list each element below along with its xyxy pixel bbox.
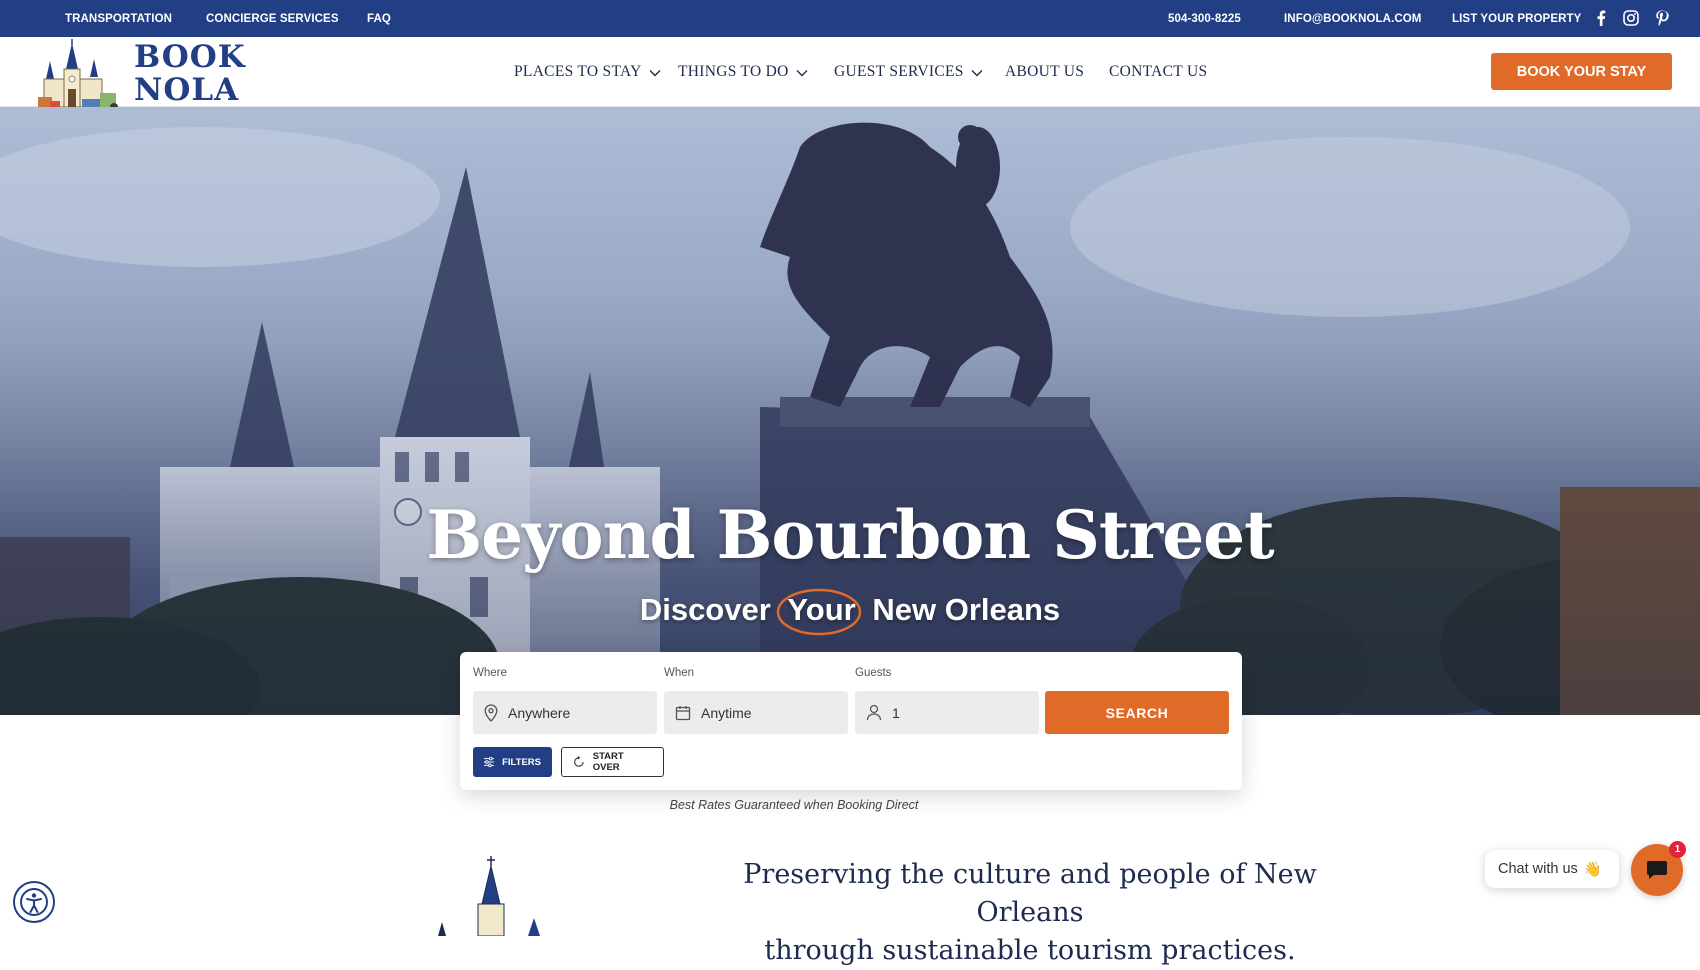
topbar-link-transportation[interactable]: TRANSPORTATION bbox=[65, 13, 172, 25]
mission-line-2: through sustainable tourism practices. bbox=[764, 935, 1296, 966]
facebook-icon[interactable] bbox=[1592, 9, 1610, 27]
hero-subtitle-highlight: Your bbox=[777, 588, 863, 636]
book-your-stay-button[interactable]: BOOK YOUR STAY bbox=[1491, 53, 1672, 90]
chevron-down-icon bbox=[796, 69, 808, 76]
cathedral-logo-icon bbox=[38, 39, 118, 111]
nav-label: PLACES TO STAY bbox=[514, 63, 642, 80]
nav-contact-us[interactable]: CONTACT US bbox=[1109, 63, 1207, 81]
guests-label: Guests bbox=[855, 667, 892, 679]
hero-subtitle-post: New Orleans bbox=[872, 592, 1061, 627]
accessibility-button[interactable] bbox=[13, 881, 55, 923]
refresh-icon bbox=[574, 756, 584, 767]
mission-statement: Preserving the culture and people of New… bbox=[690, 856, 1370, 970]
when-label: When bbox=[664, 667, 695, 679]
when-field[interactable]: Anytime bbox=[664, 691, 848, 734]
topbar-phone-link[interactable]: 504-300-8225 bbox=[1168, 13, 1241, 25]
wave-emoji-icon: 👋 bbox=[1583, 861, 1602, 878]
when-value: Anytime bbox=[701, 704, 752, 721]
mission-line-1: Preserving the culture and people of New… bbox=[743, 859, 1317, 928]
topbar-email-link[interactable]: INFO@BOOKNOLA.COM bbox=[1284, 13, 1422, 25]
logo-line-2: NOLA bbox=[134, 72, 240, 108]
guests-field[interactable]: 1 bbox=[855, 691, 1039, 734]
pinterest-icon[interactable] bbox=[1653, 9, 1671, 27]
search-card: Where When Guests Anywhere Anytime 1 SEA… bbox=[460, 652, 1242, 790]
top-utility-bar: TRANSPORTATION CONCIERGE SERVICES FAQ 50… bbox=[0, 0, 1700, 37]
hero-subtitle-pre: Discover bbox=[639, 592, 771, 627]
start-over-label: START OVER bbox=[592, 751, 624, 773]
highlight-circle-icon bbox=[777, 588, 862, 636]
topbar-link-faq[interactable]: FAQ bbox=[367, 13, 391, 25]
calendar-icon bbox=[675, 705, 691, 720]
location-pin-icon bbox=[484, 703, 498, 722]
nav-things-to-do[interactable]: THINGS TO DO bbox=[678, 63, 808, 81]
nav-about-us[interactable]: ABOUT US bbox=[1005, 63, 1084, 81]
where-label: Where bbox=[473, 667, 507, 679]
guests-value: 1 bbox=[892, 704, 900, 721]
where-field[interactable]: Anywhere bbox=[473, 691, 657, 734]
topbar-list-property-link[interactable]: LIST YOUR PROPERTY bbox=[1452, 13, 1581, 25]
topbar-link-concierge-services[interactable]: CONCIERGE SERVICES bbox=[206, 13, 339, 25]
hero-subtitle: Discover Your New Orleans bbox=[0, 588, 1700, 636]
logo-line-1: BOOK bbox=[134, 39, 246, 75]
chevron-down-icon bbox=[971, 69, 983, 76]
filters-label: FILTERS bbox=[502, 756, 541, 768]
start-over-button[interactable]: START OVER bbox=[561, 747, 664, 777]
cathedral-illustration-icon bbox=[438, 856, 540, 936]
person-icon bbox=[866, 704, 882, 721]
chat-notification-badge: 1 bbox=[1669, 841, 1686, 858]
search-button[interactable]: SEARCH bbox=[1045, 691, 1229, 734]
nav-label: GUEST SERVICES bbox=[834, 63, 964, 80]
nav-guest-services[interactable]: GUEST SERVICES bbox=[834, 63, 983, 81]
nav-places-to-stay[interactable]: PLACES TO STAY bbox=[514, 63, 661, 81]
chat-bubble-icon bbox=[1647, 861, 1667, 879]
chevron-down-icon bbox=[649, 69, 661, 76]
nav-label: ABOUT US bbox=[1005, 63, 1085, 80]
hero-title: Beyond Bourbon Street bbox=[426, 496, 1274, 574]
nav-label: CONTACT US bbox=[1109, 63, 1208, 80]
chat-label: Chat with us bbox=[1498, 861, 1578, 877]
logo-wordmark: BOOK NOLA bbox=[134, 41, 246, 107]
sliders-icon bbox=[484, 756, 495, 768]
accessibility-icon bbox=[20, 888, 48, 916]
book-nola-logo[interactable]: BOOK NOLA bbox=[38, 39, 245, 111]
filters-button[interactable]: FILTERS bbox=[473, 747, 552, 777]
nav-label: THINGS TO DO bbox=[678, 63, 789, 80]
where-value: Anywhere bbox=[508, 704, 571, 721]
best-rates-note: Best Rates Guaranteed when Booking Direc… bbox=[669, 798, 919, 812]
chat-with-us-pill[interactable]: Chat with us 👋 bbox=[1485, 850, 1619, 888]
instagram-icon[interactable] bbox=[1622, 9, 1640, 27]
